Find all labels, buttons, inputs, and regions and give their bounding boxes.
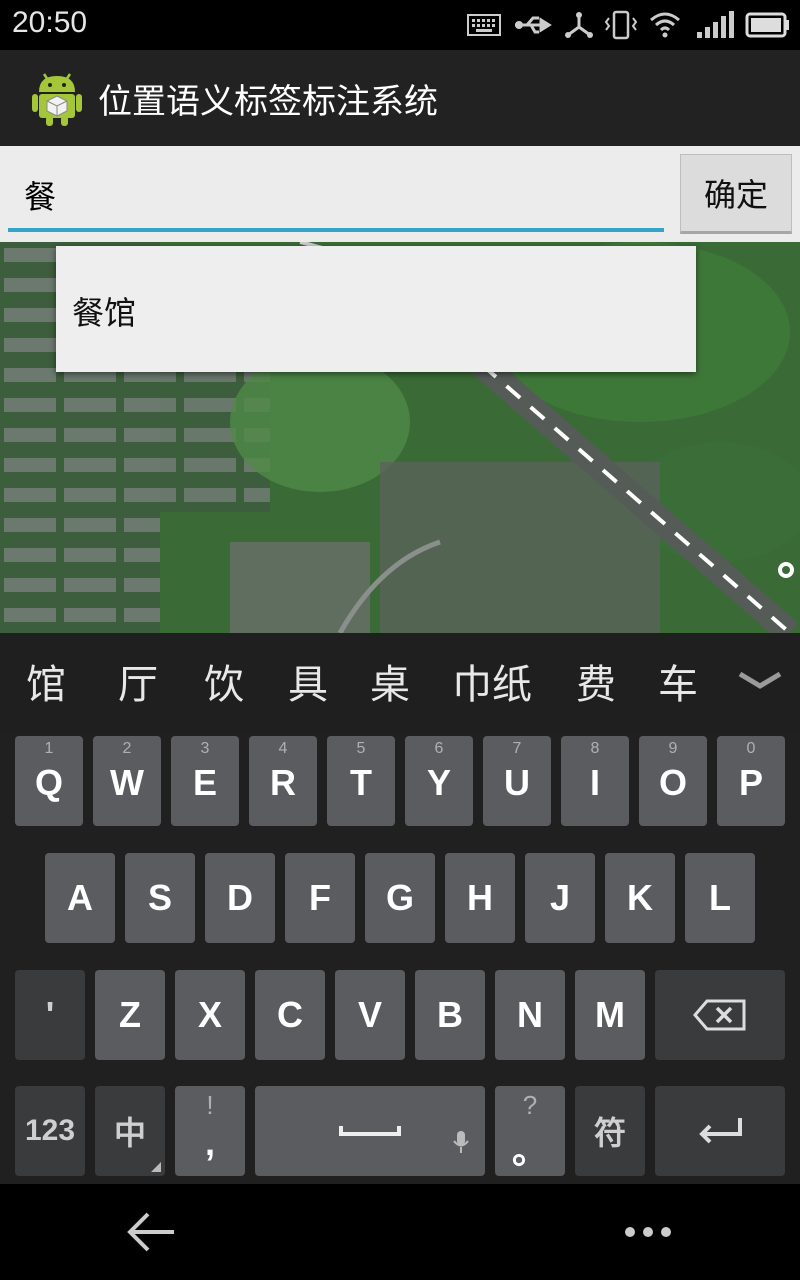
key-r[interactable]: 4R bbox=[249, 736, 317, 826]
key-v[interactable]: V bbox=[335, 970, 405, 1060]
key-m[interactable]: M bbox=[575, 970, 645, 1060]
key-l[interactable]: L bbox=[685, 853, 755, 943]
candidate-word[interactable]: 厅 bbox=[118, 652, 158, 710]
candidate-word[interactable]: 巾纸 bbox=[452, 652, 532, 710]
key-g[interactable]: G bbox=[365, 853, 435, 943]
key-n[interactable]: N bbox=[495, 970, 565, 1060]
key-h[interactable]: H bbox=[445, 853, 515, 943]
key-w[interactable]: 2W bbox=[93, 736, 161, 826]
wifi-icon bbox=[646, 8, 684, 42]
key-apostrophe[interactable]: ' bbox=[15, 970, 85, 1060]
key-x[interactable]: X bbox=[175, 970, 245, 1060]
key-d[interactable]: D bbox=[205, 853, 275, 943]
comma-key[interactable]: ! , bbox=[175, 1086, 245, 1176]
key-p[interactable]: 0P bbox=[717, 736, 785, 826]
confirm-button[interactable]: 确定 bbox=[680, 154, 792, 234]
candidate-word[interactable]: 费 bbox=[576, 652, 616, 710]
status-time: 20:50 bbox=[12, 6, 88, 39]
app-title: 位置语义标签标注系统 bbox=[98, 82, 438, 122]
usb-debug-icon bbox=[562, 8, 596, 42]
key-t[interactable]: 5T bbox=[327, 736, 395, 826]
microphone-icon bbox=[453, 1131, 469, 1153]
candidate-word[interactable]: 具 bbox=[288, 652, 328, 710]
period-key[interactable]: ? 。 bbox=[495, 1086, 565, 1176]
symbols-key[interactable]: 符 bbox=[575, 1086, 645, 1176]
candidate-word[interactable]: 饮 bbox=[204, 652, 244, 710]
suggestion-item[interactable]: 餐馆 bbox=[72, 288, 136, 334]
back-icon[interactable] bbox=[124, 1208, 180, 1256]
key-f[interactable]: F bbox=[285, 853, 355, 943]
usb-icon bbox=[512, 8, 554, 42]
battery-icon bbox=[744, 8, 792, 42]
vibrate-icon bbox=[602, 8, 640, 42]
enter-key[interactable] bbox=[655, 1086, 785, 1176]
key-s[interactable]: S bbox=[125, 853, 195, 943]
key-j[interactable]: J bbox=[525, 853, 595, 943]
key-c[interactable]: C bbox=[255, 970, 325, 1060]
key-i[interactable]: 8I bbox=[561, 736, 629, 826]
enter-icon bbox=[699, 1118, 742, 1144]
signal-icon bbox=[690, 8, 736, 42]
keyboard-icon bbox=[466, 8, 502, 42]
android-icon bbox=[30, 68, 84, 128]
key-z[interactable]: Z bbox=[95, 970, 165, 1060]
key-y[interactable]: 6Y bbox=[405, 736, 473, 826]
key-k[interactable]: K bbox=[605, 853, 675, 943]
key-a[interactable]: A bbox=[45, 853, 115, 943]
menu-icon[interactable] bbox=[622, 1218, 674, 1246]
search-input[interactable] bbox=[8, 158, 664, 232]
navigation-bar bbox=[0, 1184, 800, 1280]
backspace-icon bbox=[693, 999, 746, 1031]
candidate-word[interactable]: 车 bbox=[658, 652, 698, 710]
space-key[interactable] bbox=[255, 1086, 485, 1176]
language-key[interactable]: 中 bbox=[95, 1086, 165, 1176]
candidate-word[interactable]: 馆 bbox=[26, 652, 66, 710]
key-e[interactable]: 3E bbox=[171, 736, 239, 826]
backspace-key[interactable] bbox=[655, 970, 785, 1060]
suggestion-list bbox=[56, 246, 696, 372]
numbers-key[interactable]: 123 bbox=[15, 1086, 85, 1176]
key-u[interactable]: 7U bbox=[483, 736, 551, 826]
corner-indicator-icon bbox=[151, 1162, 161, 1172]
chevron-down-icon[interactable] bbox=[736, 664, 784, 696]
space-icon bbox=[339, 1126, 401, 1136]
key-b[interactable]: B bbox=[415, 970, 485, 1060]
input-underline bbox=[8, 228, 664, 232]
key-q[interactable]: 1Q bbox=[15, 736, 83, 826]
key-o[interactable]: 9O bbox=[639, 736, 707, 826]
candidate-word[interactable]: 桌 bbox=[370, 652, 410, 710]
